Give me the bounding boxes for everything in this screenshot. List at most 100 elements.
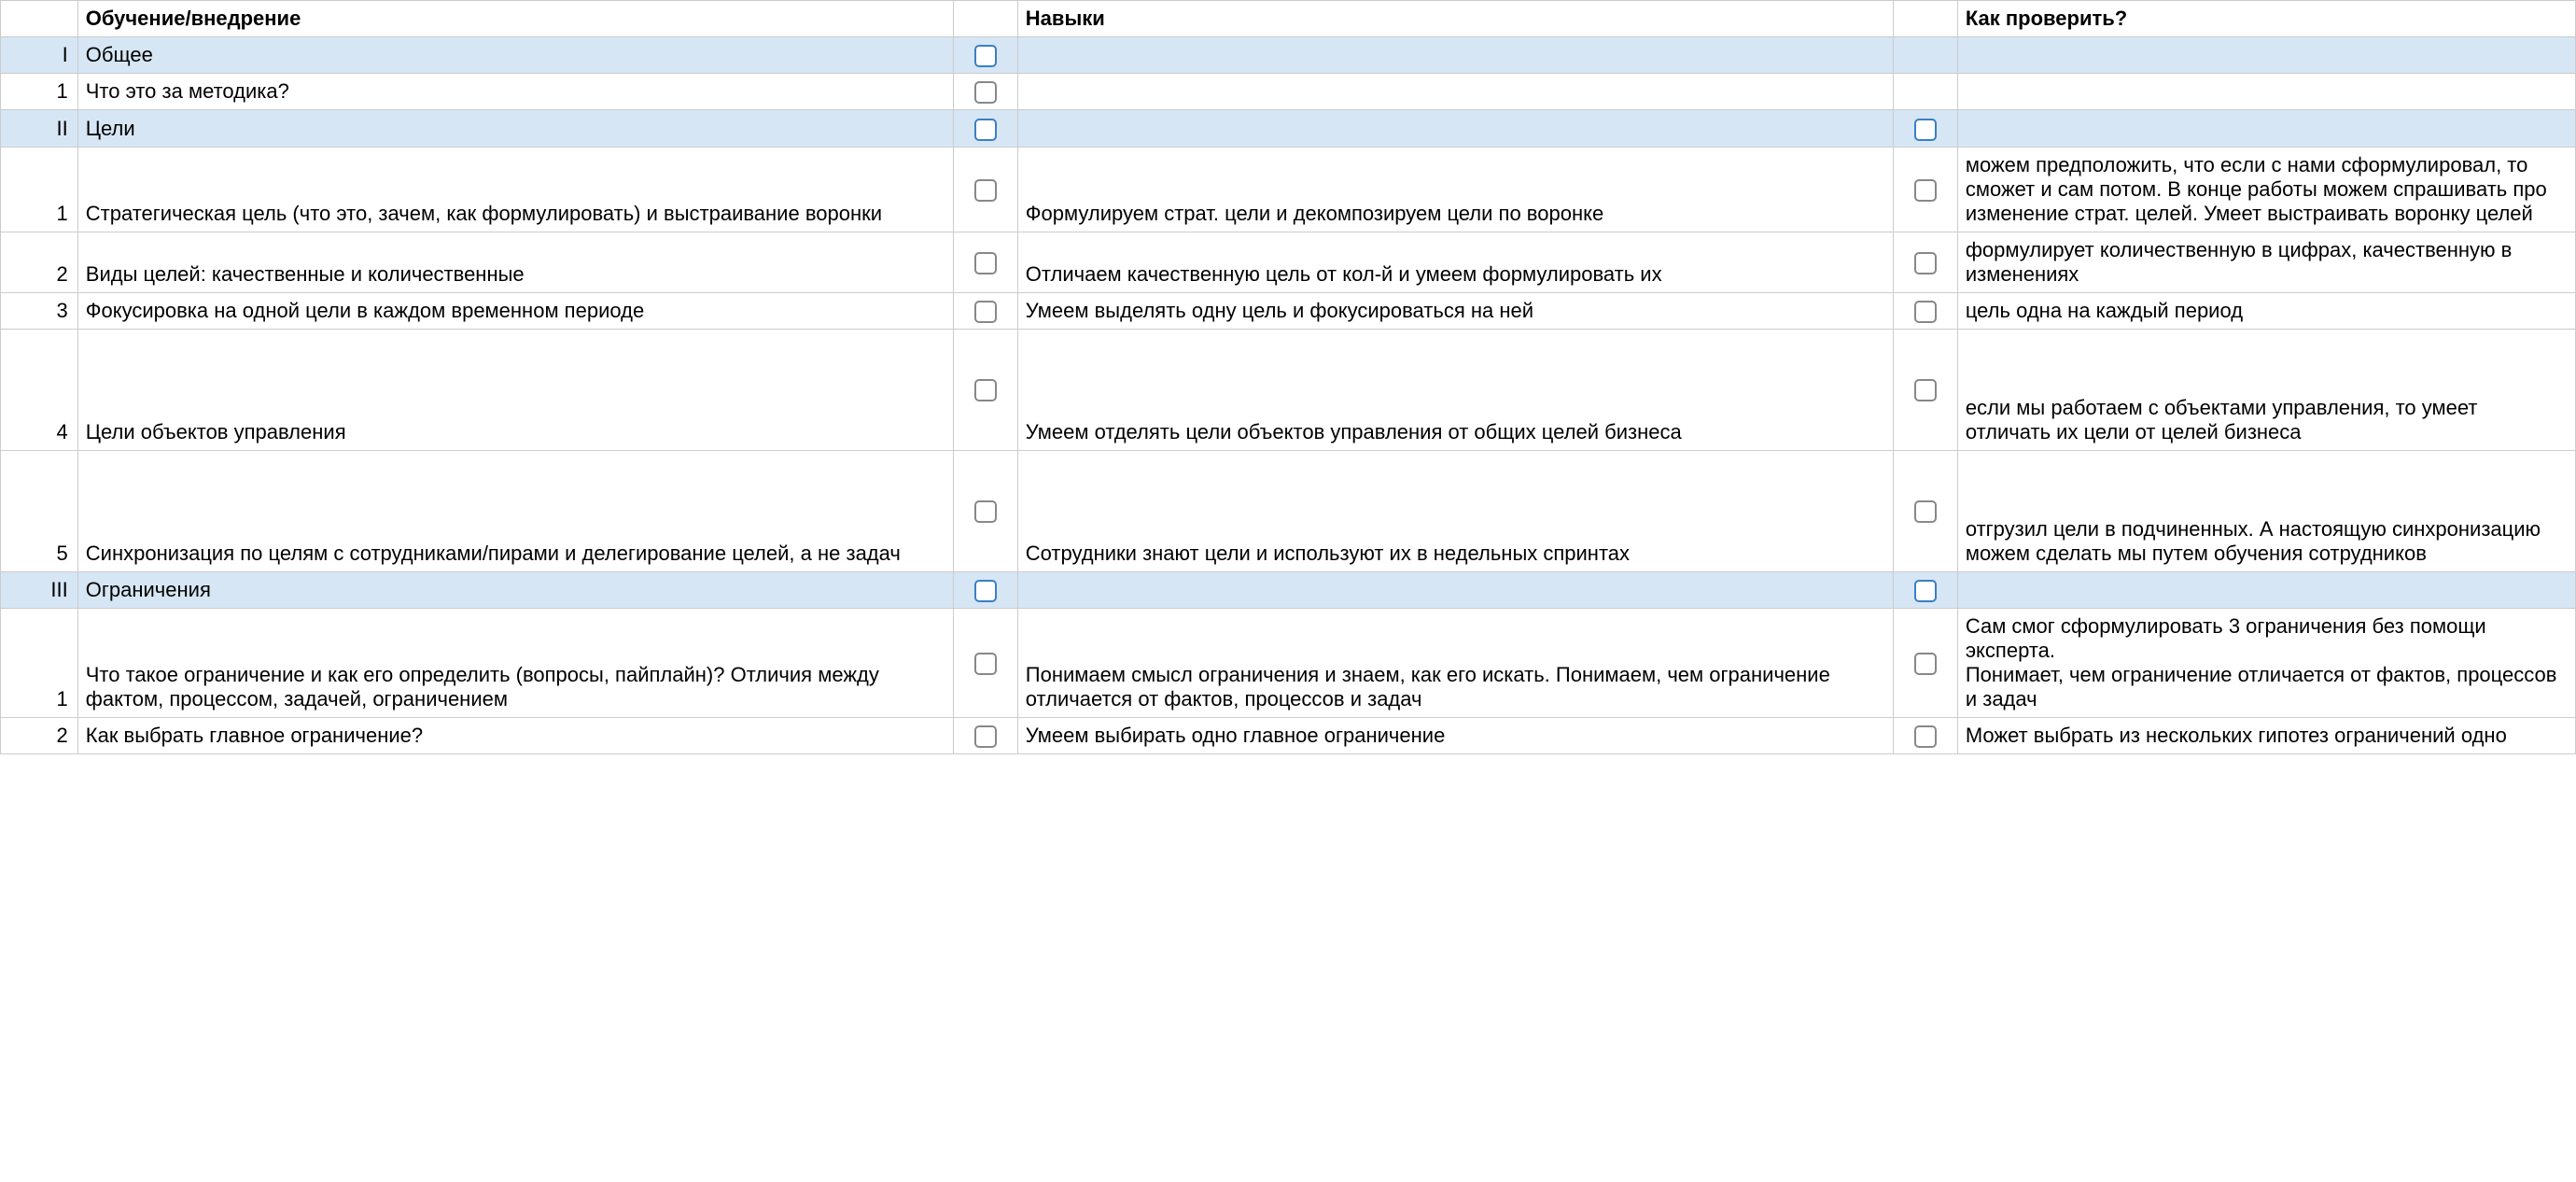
checkbox-cell-verify bbox=[1893, 37, 1957, 74]
table-row: 5Синхронизация по целям с сотрудниками/п… bbox=[1, 450, 2576, 571]
checkbox-icon[interactable] bbox=[1914, 653, 1937, 675]
checkbox-icon[interactable] bbox=[974, 179, 997, 202]
training-cell: Что это за методика? bbox=[77, 74, 953, 110]
verify-cell: можем предположить, что если с нами сфор… bbox=[1957, 147, 2575, 232]
checkbox-cell-train bbox=[953, 571, 1017, 608]
row-number: 1 bbox=[1, 74, 78, 110]
checkbox-cell-verify bbox=[1893, 232, 1957, 292]
skill-cell: Умеем выбирать одно главное ограничение bbox=[1017, 717, 1893, 753]
checkbox-icon[interactable] bbox=[1914, 119, 1937, 141]
training-cell: Стратегическая цель (что это, зачем, как… bbox=[77, 147, 953, 232]
training-cell: Ограничения bbox=[77, 571, 953, 608]
section-row: IОбщее bbox=[1, 37, 2576, 74]
row-number: 2 bbox=[1, 717, 78, 753]
header-skill: Навыки bbox=[1017, 1, 1893, 37]
skill-cell bbox=[1017, 110, 1893, 147]
row-number: 1 bbox=[1, 608, 78, 717]
skill-cell bbox=[1017, 74, 1893, 110]
verify-cell bbox=[1957, 74, 2575, 110]
row-number: 1 bbox=[1, 147, 78, 232]
checkbox-icon[interactable] bbox=[974, 252, 997, 274]
checkbox-cell-train bbox=[953, 74, 1017, 110]
verify-cell: цель одна на каждый период bbox=[1957, 292, 2575, 329]
verify-cell bbox=[1957, 37, 2575, 74]
checkbox-icon[interactable] bbox=[1914, 252, 1937, 274]
checkbox-cell-verify bbox=[1893, 329, 1957, 450]
checkbox-cell-train bbox=[953, 110, 1017, 147]
checkbox-icon[interactable] bbox=[974, 725, 997, 748]
checkbox-cell-verify bbox=[1893, 608, 1957, 717]
table-row: 3Фокусировка на одной цели в каждом врем… bbox=[1, 292, 2576, 329]
checkbox-cell-train bbox=[953, 608, 1017, 717]
header-cb2 bbox=[1893, 1, 1957, 37]
header-cb1 bbox=[953, 1, 1017, 37]
checkbox-cell-train bbox=[953, 450, 1017, 571]
checkbox-cell-train bbox=[953, 232, 1017, 292]
checkbox-icon[interactable] bbox=[1914, 379, 1937, 401]
header-row: Обучение/внедрение Навыки Как проверить? bbox=[1, 1, 2576, 37]
section-row: IIЦели bbox=[1, 110, 2576, 147]
checkbox-cell-train bbox=[953, 292, 1017, 329]
verify-cell: формулирует количественную в цифрах, кач… bbox=[1957, 232, 2575, 292]
checkbox-cell-train bbox=[953, 37, 1017, 74]
checkbox-cell-verify bbox=[1893, 292, 1957, 329]
row-number: 2 bbox=[1, 232, 78, 292]
table-row: 1Стратегическая цель (что это, зачем, ка… bbox=[1, 147, 2576, 232]
training-cell: Что такое ограничение и как его определи… bbox=[77, 608, 953, 717]
header-verify: Как проверить? bbox=[1957, 1, 2575, 37]
skill-cell: Отличаем качественную цель от кол-й и ум… bbox=[1017, 232, 1893, 292]
checkbox-cell-verify bbox=[1893, 74, 1957, 110]
training-cell: Цели bbox=[77, 110, 953, 147]
checkbox-cell-train bbox=[953, 717, 1017, 753]
checkbox-icon[interactable] bbox=[974, 81, 997, 104]
checkbox-cell-verify bbox=[1893, 450, 1957, 571]
checkbox-cell-train bbox=[953, 147, 1017, 232]
skill-cell: Формулируем страт. цели и декомпозируем … bbox=[1017, 147, 1893, 232]
skill-cell: Сотрудники знают цели и используют их в … bbox=[1017, 450, 1893, 571]
row-number: III bbox=[1, 571, 78, 608]
verify-cell: отгрузил цели в подчиненных. А настоящую… bbox=[1957, 450, 2575, 571]
verify-cell: если мы работаем с объектами управления,… bbox=[1957, 329, 2575, 450]
checkbox-icon[interactable] bbox=[974, 379, 997, 401]
row-number: II bbox=[1, 110, 78, 147]
checkbox-icon[interactable] bbox=[1914, 725, 1937, 748]
table-row: 1Что это за методика? bbox=[1, 74, 2576, 110]
checkbox-icon[interactable] bbox=[974, 653, 997, 675]
row-number: I bbox=[1, 37, 78, 74]
table-row: 1Что такое ограничение и как его определ… bbox=[1, 608, 2576, 717]
methodology-table: Обучение/внедрение Навыки Как проверить?… bbox=[0, 0, 2576, 754]
checkbox-icon[interactable] bbox=[1914, 580, 1937, 602]
section-row: IIIОграничения bbox=[1, 571, 2576, 608]
checkbox-icon[interactable] bbox=[974, 580, 997, 602]
table-row: 2Как выбрать главное ограничение? Умеем в… bbox=[1, 717, 2576, 753]
training-cell: Как выбрать главное ограничение? bbox=[77, 717, 953, 753]
row-number: 5 bbox=[1, 450, 78, 571]
training-cell: Фокусировка на одной цели в каждом време… bbox=[77, 292, 953, 329]
training-cell: Синхронизация по целям с сотрудниками/пи… bbox=[77, 450, 953, 571]
skill-cell bbox=[1017, 37, 1893, 74]
checkbox-icon[interactable] bbox=[1914, 500, 1937, 523]
checkbox-icon[interactable] bbox=[974, 119, 997, 141]
checkbox-cell-verify bbox=[1893, 110, 1957, 147]
checkbox-cell-train bbox=[953, 329, 1017, 450]
checkbox-icon[interactable] bbox=[974, 45, 997, 67]
training-cell: Виды целей: качественные и количественны… bbox=[77, 232, 953, 292]
header-train: Обучение/внедрение bbox=[77, 1, 953, 37]
skill-cell: Умеем отделять цели объектов управления … bbox=[1017, 329, 1893, 450]
header-num bbox=[1, 1, 78, 37]
checkbox-cell-verify bbox=[1893, 571, 1957, 608]
table-row: 4Цели объектов управленияУмеем отделять … bbox=[1, 329, 2576, 450]
checkbox-icon[interactable] bbox=[974, 301, 997, 323]
checkbox-cell-verify bbox=[1893, 147, 1957, 232]
training-cell: Общее bbox=[77, 37, 953, 74]
training-cell: Цели объектов управления bbox=[77, 329, 953, 450]
checkbox-icon[interactable] bbox=[1914, 301, 1937, 323]
skill-cell: Умеем выделять одну цель и фокусироватьс… bbox=[1017, 292, 1893, 329]
checkbox-cell-verify bbox=[1893, 717, 1957, 753]
checkbox-icon[interactable] bbox=[974, 500, 997, 523]
table-row: 2Виды целей: качественные и количественн… bbox=[1, 232, 2576, 292]
skill-cell bbox=[1017, 571, 1893, 608]
checkbox-icon[interactable] bbox=[1914, 179, 1937, 202]
verify-cell: Может выбрать из нескольких гипотез огра… bbox=[1957, 717, 2575, 753]
row-number: 3 bbox=[1, 292, 78, 329]
